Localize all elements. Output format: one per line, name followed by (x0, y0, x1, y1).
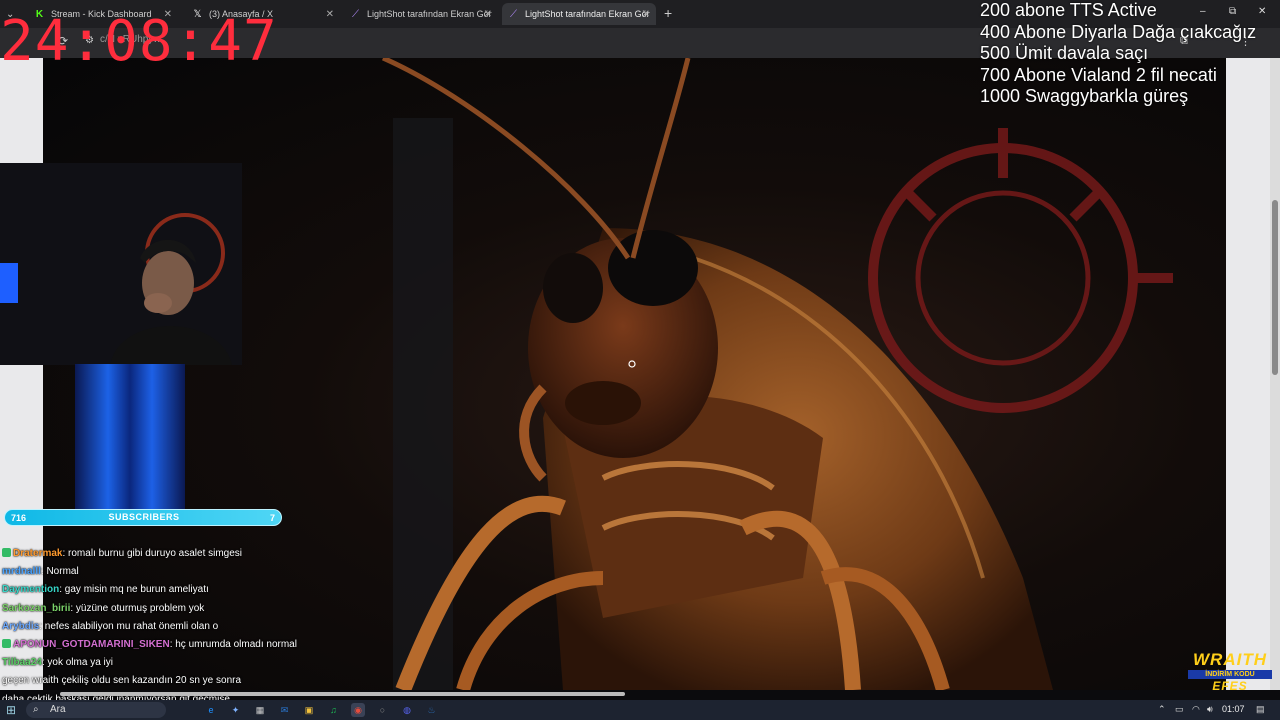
stream-timer: 24:08:47 (0, 9, 278, 74)
obs-icon[interactable]: ○ (376, 703, 390, 717)
search-placeholder: Ara (50, 704, 66, 715)
chat-text: : yok olma ya iyi (41, 657, 113, 669)
chat-username[interactable]: Tilbaa24 (2, 657, 42, 668)
chat-badge-icon (2, 548, 11, 557)
subscriber-label: SUBSCRIBERS (108, 512, 180, 522)
chat-message: geçen wraith çekiliş oldu sen kazandın 2… (2, 672, 522, 690)
goal-item: 400 Abone Diyarla Dağa çıakcağız (980, 21, 1257, 42)
taskbar-clock[interactable]: 01:07 (1222, 704, 1245, 714)
goal-item: 700 Abone Vialand 2 fil necati (980, 64, 1217, 85)
chat-username[interactable]: Dratermak (13, 548, 62, 559)
chat-overlay: Dratermak: romalı burnu gibi duruyo asal… (2, 545, 522, 709)
goal-item: 200 abone TTS Active (980, 0, 1157, 20)
discord-icon[interactable]: ◍ (400, 703, 414, 717)
windows-start-icon[interactable]: ⊞ (6, 703, 16, 717)
tab-lightshot-2[interactable]: ⟋ LightShot tarafından Ekran Gör ✕ (502, 3, 656, 25)
close-icon[interactable]: ✕ (326, 9, 334, 20)
streamer-webcam-image (0, 163, 242, 365)
store-icon[interactable]: ▦ (253, 703, 267, 717)
tab-lightshot-1[interactable]: ⟋ LightShot tarafından Ekran Gör ✕ (344, 3, 498, 25)
sub-goals-list: 200 abone TTS Active 400 Abone Diyarla D… (980, 0, 1256, 108)
spotify-icon[interactable]: ♫ (327, 703, 341, 717)
goal-item: 1000 Swaggybarkla güreş (980, 86, 1189, 106)
chat-badge-icon (2, 639, 11, 649)
taskbar-search[interactable]: ⌕ Ara (26, 702, 166, 718)
chat-text: : yüzüne oturmuş problem yok (70, 602, 205, 614)
sponsor-logo: WRAITH İNDİRİM KODU EFES (1188, 650, 1272, 693)
tray-chevron-icon[interactable]: ⌃ (1158, 704, 1166, 715)
chat-text: : romalı burnu gibi duruyo asalet simges… (62, 548, 243, 559)
close-window-button[interactable]: ✕ (1258, 6, 1266, 17)
sponsor-code-label: İNDİRİM KODU (1188, 670, 1272, 679)
outlook-icon[interactable]: ✉ (278, 703, 292, 717)
chrome-icon[interactable]: ◉ (351, 703, 365, 717)
chat-username[interactable]: Daymention (2, 584, 59, 595)
network-icon[interactable]: ▭ (1175, 704, 1184, 715)
search-icon: ⌕ (33, 704, 39, 715)
background-blue-light (75, 364, 185, 509)
chat-message: APONUN_GOTDAMARINI_SIKEN: hç umrumda olm… (2, 636, 522, 654)
chat-text: : nefes alabiliyon mu rahat önemli olan … (39, 620, 219, 632)
wifi-icon[interactable]: ◠ (1192, 704, 1200, 715)
chat-username[interactable]: Sarkozan_birii (2, 603, 70, 614)
sponsor-name: WRAITH (1193, 650, 1267, 669)
chat-text: : hç umrumda olmadı normal (169, 639, 297, 651)
goal-item: 500 Ümit davala saçı (980, 43, 1149, 63)
chat-message: Dratermak: romalı burnu gibi duruyo asal… (2, 545, 522, 563)
edge-icon[interactable]: e (204, 703, 218, 717)
chat-username[interactable]: Arybdis (2, 621, 39, 632)
subscriber-goal-bar: 716 SUBSCRIBERS 7 (4, 509, 282, 526)
tab-label: LightShot tarafından Ekran Gör (367, 9, 492, 19)
chat-message: Arybdis: nefes alabiliyon mu rahat öneml… (2, 618, 522, 636)
new-tab-button[interactable]: + (664, 5, 672, 21)
chat-message: Sarkozan_birii: yüzüne oturmuş problem y… (2, 600, 522, 618)
sponsor-code: EFES (1212, 679, 1248, 693)
chat-text: : Normal (40, 566, 79, 578)
chat-message: mrdnalll: Normal (2, 563, 522, 581)
chat-message: Tilbaa24: yok olma ya iyi (2, 654, 522, 672)
chat-username[interactable]: APONUN_GOTDAMARINI_SIKEN (13, 639, 170, 650)
close-icon[interactable]: ✕ (484, 9, 492, 20)
scrollbar-thumb[interactable] (1272, 200, 1278, 375)
horizontal-scrollbar-thumb[interactable] (60, 692, 625, 696)
lightshot-icon: ⟋ (352, 8, 359, 20)
chat-username[interactable]: mrdnalll (2, 566, 41, 577)
chat-text: geçen wraith çekiliş oldu sen kazandın 2… (2, 675, 242, 687)
lightshot-icon: ⟋ (510, 8, 517, 20)
notification-icon[interactable]: ▤ (1256, 704, 1265, 715)
chat-text: : gay misin mq ne burun ameliyatı (59, 584, 209, 596)
chat-message: Daymention: gay misin mq ne burun ameliy… (2, 581, 522, 599)
windows-taskbar: ⊞ ⌕ Ara e ✦ ▦ ✉ ▣ ♫ ◉ ○ ◍ ♨ ⌃ ▭ ◠ 🔊︎ 01:07 ▤ (0, 700, 1280, 720)
volume-icon[interactable]: 🔊︎ (1207, 704, 1213, 715)
steam-icon[interactable]: ♨ (425, 703, 439, 717)
tab-label: LightShot tarafından Ekran Gör (525, 9, 650, 19)
webcam-overlay (0, 163, 242, 365)
close-icon[interactable]: ✕ (642, 9, 650, 20)
copilot-icon[interactable]: ✦ (229, 703, 243, 717)
explorer-icon[interactable]: ▣ (302, 703, 316, 717)
